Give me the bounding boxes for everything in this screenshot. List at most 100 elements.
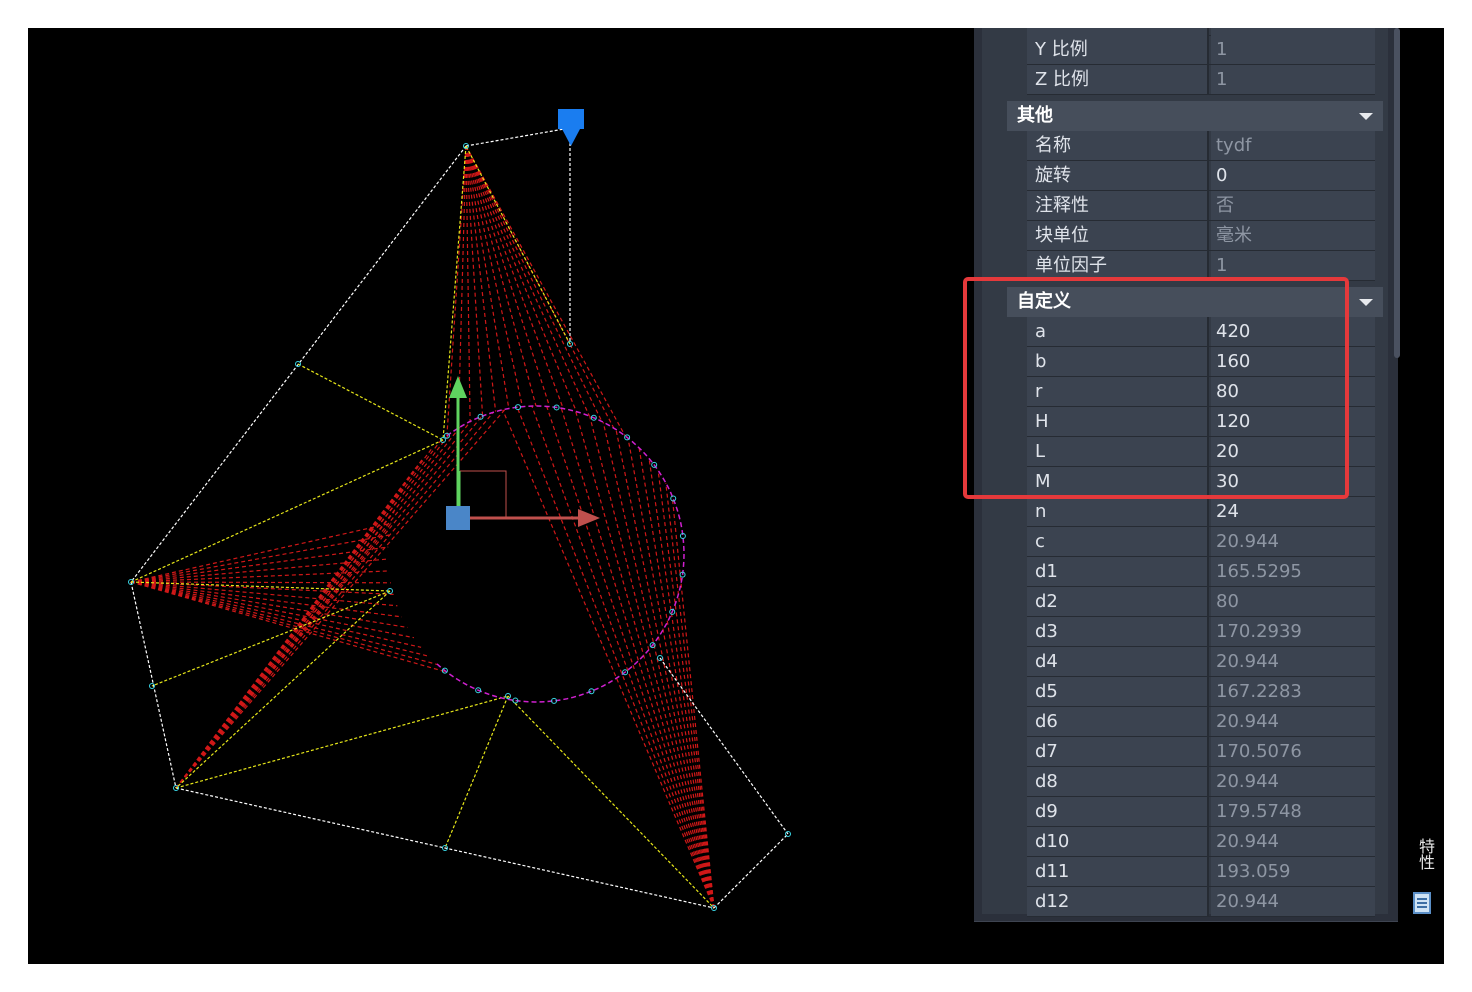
property-row[interactable]: 名称 tydf: [1027, 131, 1375, 161]
property-key: d11: [1027, 857, 1209, 886]
outline-edge: [130, 581, 177, 789]
property-value: 170.5076: [1211, 737, 1375, 766]
fill-line: [502, 409, 715, 909]
fill-line: [175, 522, 392, 789]
property-key: 注释性: [1027, 191, 1209, 220]
properties-tab[interactable]: 特性: [1408, 828, 1438, 938]
fill-line: [175, 511, 395, 789]
computed-param-row[interactable]: d7 170.5076: [1027, 737, 1375, 767]
computed-param-row[interactable]: d1 165.5295: [1027, 557, 1375, 587]
fill-line: [465, 145, 626, 437]
collapse-arrow-icon[interactable]: [1359, 113, 1373, 120]
property-key: Y 比例: [1027, 35, 1209, 64]
property-value: 20.944: [1211, 647, 1375, 676]
property-value: 1: [1211, 251, 1375, 280]
fill-line: [560, 408, 715, 909]
custom-param-row[interactable]: r 80: [1027, 377, 1375, 407]
base-point-grip[interactable]: [446, 506, 470, 530]
property-key: d4: [1027, 647, 1209, 676]
computed-param-row[interactable]: d8 20.944: [1027, 767, 1375, 797]
property-value: 20.944: [1211, 887, 1375, 916]
property-value: [1211, 28, 1375, 35]
computed-param-row[interactable]: d9 179.5748: [1027, 797, 1375, 827]
computed-param-row[interactable]: d6 20.944: [1027, 707, 1375, 737]
drawing-canvas[interactable]: [28, 28, 978, 964]
computed-param-row[interactable]: c 20.944: [1027, 527, 1375, 557]
property-value[interactable]: 120: [1211, 407, 1375, 436]
custom-param-row[interactable]: n 24: [1027, 497, 1375, 527]
properties-grid: Y 比例 1 Z 比例 1 其他 名称 tydf 旋转 0 注释性否块单位 毫米 单位因子 1 自定义 a 4…: [982, 28, 1388, 917]
fill-line: [130, 581, 422, 648]
section-other[interactable]: 其他: [1007, 101, 1383, 131]
fill-line: [665, 482, 715, 909]
computed-param-row[interactable]: d2 80: [1027, 587, 1375, 617]
computed-param-row[interactable]: d3 170.2939: [1027, 617, 1375, 647]
inner-arc: [434, 405, 685, 703]
property-value: 170.2939: [1211, 617, 1375, 646]
property-value: 20.944: [1211, 767, 1375, 796]
property-row[interactable]: 块单位 毫米: [1027, 221, 1375, 251]
property-value: 1: [1211, 65, 1375, 94]
property-key: 旋转: [1027, 161, 1209, 190]
fill-line: [531, 405, 715, 909]
property-value[interactable]: 30: [1211, 467, 1375, 496]
property-key: d6: [1027, 707, 1209, 736]
property-key: 块单位: [1027, 221, 1209, 250]
palette-sidebar: 特性: [1400, 28, 1444, 964]
property-value[interactable]: 160: [1211, 347, 1375, 376]
fill-line: [130, 581, 394, 595]
property-key: d10: [1027, 827, 1209, 856]
section-custom[interactable]: 自定义: [1007, 287, 1383, 317]
insertion-grip[interactable]: [558, 109, 584, 146]
property-value: 193.059: [1211, 857, 1375, 886]
computed-param-row[interactable]: d4 20.944: [1027, 647, 1375, 677]
section-title: 自定义: [1017, 291, 1071, 312]
property-value: 80: [1211, 587, 1375, 616]
fill-line: [130, 581, 391, 584]
fill-line: [602, 421, 715, 909]
fill-line: [465, 145, 471, 422]
property-value[interactable]: 80: [1211, 377, 1375, 406]
property-row[interactable]: 注释性否: [1027, 191, 1375, 221]
dashed-fill-lines: [130, 145, 715, 909]
fill-line: [465, 145, 523, 407]
collapse-arrow-icon[interactable]: [1359, 299, 1373, 306]
fold-edge: [175, 695, 509, 789]
custom-param-row[interactable]: a 420: [1027, 317, 1375, 347]
fill-line: [589, 415, 715, 909]
custom-param-row[interactable]: H 120: [1027, 407, 1375, 437]
custom-param-row[interactable]: M 30: [1027, 467, 1375, 497]
property-value: 否: [1211, 191, 1375, 220]
property-key: b: [1027, 347, 1209, 376]
outline-edge: [659, 657, 789, 835]
properties-tab-label: 特性: [1416, 838, 1435, 870]
property-row[interactable]: 单位因子 1: [1027, 251, 1375, 281]
property-value[interactable]: 24: [1211, 497, 1375, 526]
computed-param-row[interactable]: d11 193.059: [1027, 857, 1375, 887]
computed-param-row[interactable]: d10 20.944: [1027, 827, 1375, 857]
fill-line: [130, 581, 398, 607]
property-key: d1: [1027, 557, 1209, 586]
property-key: c: [1027, 527, 1209, 556]
computed-param-row[interactable]: d12 20.944: [1027, 887, 1375, 917]
property-key: d9: [1027, 797, 1209, 826]
property-value: 165.5295: [1211, 557, 1375, 586]
fill-line: [465, 145, 577, 412]
property-key: n: [1027, 497, 1209, 526]
property-row[interactable]: Z 比例 1: [1027, 65, 1375, 95]
property-key: M: [1027, 467, 1209, 496]
property-value[interactable]: 420: [1211, 317, 1375, 346]
fold-edge: [507, 695, 715, 909]
custom-param-row[interactable]: b 160: [1027, 347, 1375, 377]
property-key: Z 比例: [1027, 65, 1209, 94]
property-row[interactable]: 旋转 0: [1027, 161, 1375, 191]
computed-param-row[interactable]: d5 167.2283: [1027, 677, 1375, 707]
custom-param-row[interactable]: L 20: [1027, 437, 1375, 467]
property-value[interactable]: 20: [1211, 437, 1375, 466]
fill-line: [516, 406, 715, 909]
property-value[interactable]: 0: [1211, 161, 1375, 190]
fill-line: [130, 558, 389, 583]
property-key: 名称: [1027, 131, 1209, 160]
property-key: [1027, 28, 1209, 35]
property-row[interactable]: Y 比例 1: [1027, 35, 1375, 65]
